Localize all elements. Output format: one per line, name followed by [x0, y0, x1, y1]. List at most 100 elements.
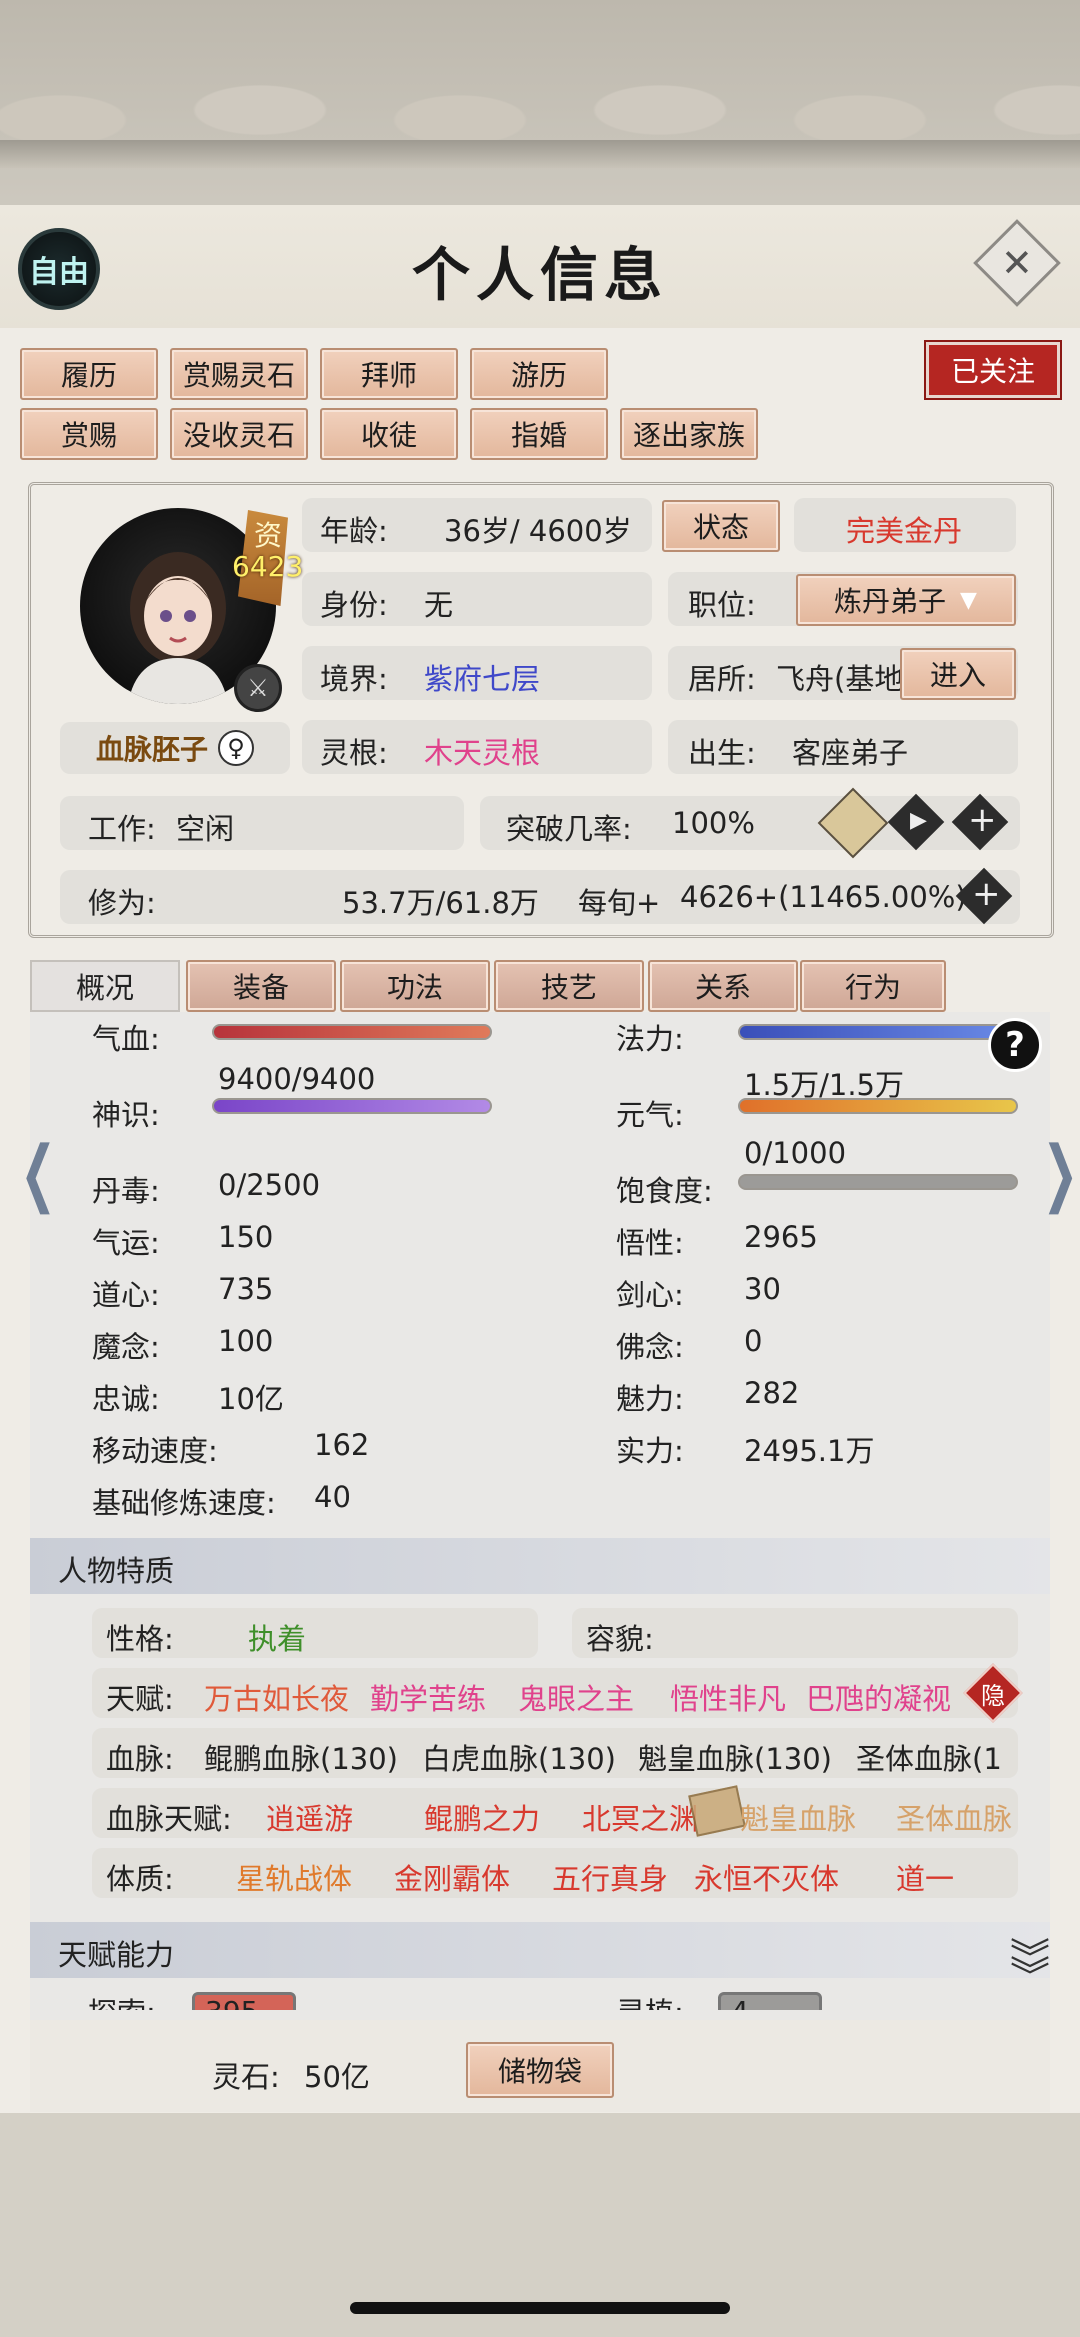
blood-talent-5[interactable]: 圣体血脉: [896, 1796, 1018, 1838]
blood-label: 血脉:: [106, 1742, 174, 1776]
blood-talent-4[interactable]: 魁皇血脉: [740, 1796, 856, 1838]
body-label: 体质:: [106, 1862, 174, 1896]
traits-title: 人物特质: [58, 1554, 175, 1588]
status-button[interactable]: 状态: [662, 500, 780, 552]
plant-badge: 4: [718, 1992, 822, 2010]
female-icon: ♀: [218, 730, 254, 766]
cultivation-label: 修为:: [88, 886, 156, 920]
identity-label: 身份:: [320, 588, 388, 622]
loyalty-label: 忠诚:: [92, 1382, 160, 1416]
take-disciple-button[interactable]: 收徒: [320, 408, 458, 460]
question-icon: ?: [1005, 1025, 1025, 1065]
body-3[interactable]: 五行真身: [552, 1856, 668, 1898]
free-badge-label: 自由: [29, 255, 89, 290]
birth-label: 出生:: [688, 736, 756, 770]
breakthrough-label: 突破几率:: [506, 812, 632, 846]
base-speed-value: 40: [314, 1480, 351, 1514]
root-label: 灵根:: [320, 736, 388, 770]
identity-value: 无: [424, 588, 454, 622]
blood-talent-3[interactable]: 北冥之渊: [582, 1796, 698, 1838]
blood-1[interactable]: 鲲鹏血脉(130): [204, 1736, 398, 1778]
explore-label: 探索:: [88, 1990, 156, 2010]
body-1[interactable]: 星轨战体: [236, 1856, 352, 1898]
prev-arrow-icon[interactable]: ❮: [20, 1130, 56, 1214]
qixue-label: 气血:: [92, 1022, 160, 1056]
take-master-button[interactable]: 拜师: [320, 348, 458, 400]
expel-button[interactable]: 逐出家族: [620, 408, 758, 460]
dandu-label: 丹毒:: [92, 1174, 160, 1208]
talent-4[interactable]: 悟性非凡: [670, 1676, 786, 1718]
tab-techniques[interactable]: 功法: [340, 960, 490, 1012]
follow-label: 已关注: [950, 355, 1035, 388]
tab-overview[interactable]: 概况: [30, 960, 180, 1012]
base-speed-label: 基础修炼速度:: [92, 1486, 276, 1520]
travel-button[interactable]: 游历: [470, 348, 608, 400]
shenshi-bar: [212, 1098, 492, 1114]
close-icon: ✕: [1001, 241, 1033, 285]
reward-button[interactable]: 赏赐: [20, 408, 158, 460]
storage-bag-button[interactable]: 储物袋: [466, 2042, 614, 2098]
help-button[interactable]: ?: [988, 1018, 1042, 1072]
looks-label: 容貌:: [586, 1622, 654, 1656]
next-arrow-icon[interactable]: ❯: [1042, 1130, 1078, 1214]
plus-icon: +: [968, 800, 997, 840]
talent-2[interactable]: 勤学苦练: [370, 1676, 486, 1718]
comprehension-value: 2965: [744, 1220, 818, 1254]
blood-2[interactable]: 白虎血脉(130): [422, 1736, 616, 1778]
ability-clip: 探索: 395 灵植: 4: [30, 1988, 1050, 2010]
daoxin-label: 道心:: [92, 1278, 160, 1312]
buddha-value: 0: [744, 1324, 763, 1358]
tab-skills[interactable]: 技艺: [494, 960, 644, 1012]
body-5[interactable]: 道一: [896, 1856, 954, 1898]
body-4[interactable]: 永恒不灭体: [694, 1856, 839, 1898]
daoxin-value: 735: [218, 1272, 274, 1306]
sword-heart-label: 剑心:: [616, 1278, 684, 1312]
dandu-value: 0/2500: [218, 1168, 321, 1202]
arrange-marriage-button[interactable]: 指婚: [470, 408, 608, 460]
scroll-down-icon[interactable]: ︾ ︾: [1010, 1939, 1050, 1997]
blood-talent-1[interactable]: 逍遥游: [266, 1796, 353, 1838]
baoshi-label: 饱食度:: [616, 1174, 713, 1208]
ability-title: 天赋能力: [58, 1938, 175, 1972]
explore-value: 395: [205, 1995, 258, 2010]
free-badge[interactable]: 自由: [18, 228, 100, 310]
fali-bar: [738, 1024, 1018, 1040]
blood-talent-label: 血脉天赋:: [106, 1802, 232, 1836]
breakthrough-value: 100%: [672, 806, 755, 840]
luck-label: 气运:: [92, 1226, 160, 1260]
qixue-bar: [212, 1024, 492, 1040]
buddha-label: 佛念:: [616, 1330, 684, 1364]
tab-behavior-label: 行为: [844, 971, 901, 1004]
charm-label: 魅力:: [616, 1382, 684, 1416]
position-value: 炼丹弟子: [834, 585, 947, 618]
birth-value: 客座弟子: [792, 736, 909, 770]
baoshi-value: 0/1000: [744, 1136, 847, 1170]
follow-button[interactable]: 已关注: [926, 342, 1060, 398]
root-value: 木天灵根: [424, 736, 541, 770]
reward-stones-button[interactable]: 赏赐灵石: [170, 348, 308, 400]
hide-badge-label: 隐: [981, 1682, 1005, 1710]
tab-equipment[interactable]: 装备: [186, 960, 336, 1012]
power-value: 2495.1万: [744, 1434, 875, 1468]
enter-button[interactable]: 进入: [900, 648, 1016, 700]
comprehension-label: 悟性:: [616, 1226, 684, 1260]
blood-talent-2[interactable]: 鲲鹏之力: [424, 1796, 540, 1838]
per-period-value: 4626+(11465.00%): [680, 880, 967, 914]
resume-button[interactable]: 履历: [20, 348, 158, 400]
talent-5[interactable]: 巴虺的凝视: [806, 1676, 951, 1718]
tab-relations[interactable]: 关系: [648, 960, 798, 1012]
luck-value: 150: [218, 1220, 274, 1254]
confiscate-stones-button[interactable]: 没收灵石: [170, 408, 308, 460]
blood-3[interactable]: 魁皇血脉(130): [638, 1736, 832, 1778]
work-value: 空闲: [176, 812, 235, 846]
speed-label: 移动速度:: [92, 1434, 218, 1468]
talent-1[interactable]: 万古如长夜: [204, 1676, 349, 1718]
age-label: 年龄:: [320, 514, 388, 548]
loyalty-value: 10亿: [218, 1382, 284, 1416]
talent-3[interactable]: 鬼眼之主: [518, 1676, 634, 1718]
tab-behavior[interactable]: 行为: [800, 960, 946, 1012]
home-indicator[interactable]: [350, 2302, 730, 2314]
body-2[interactable]: 金刚霸体: [394, 1856, 510, 1898]
blood-4[interactable]: 圣体血脉(1: [856, 1736, 1018, 1778]
position-dropdown[interactable]: 炼丹弟子 ▼: [796, 574, 1016, 626]
